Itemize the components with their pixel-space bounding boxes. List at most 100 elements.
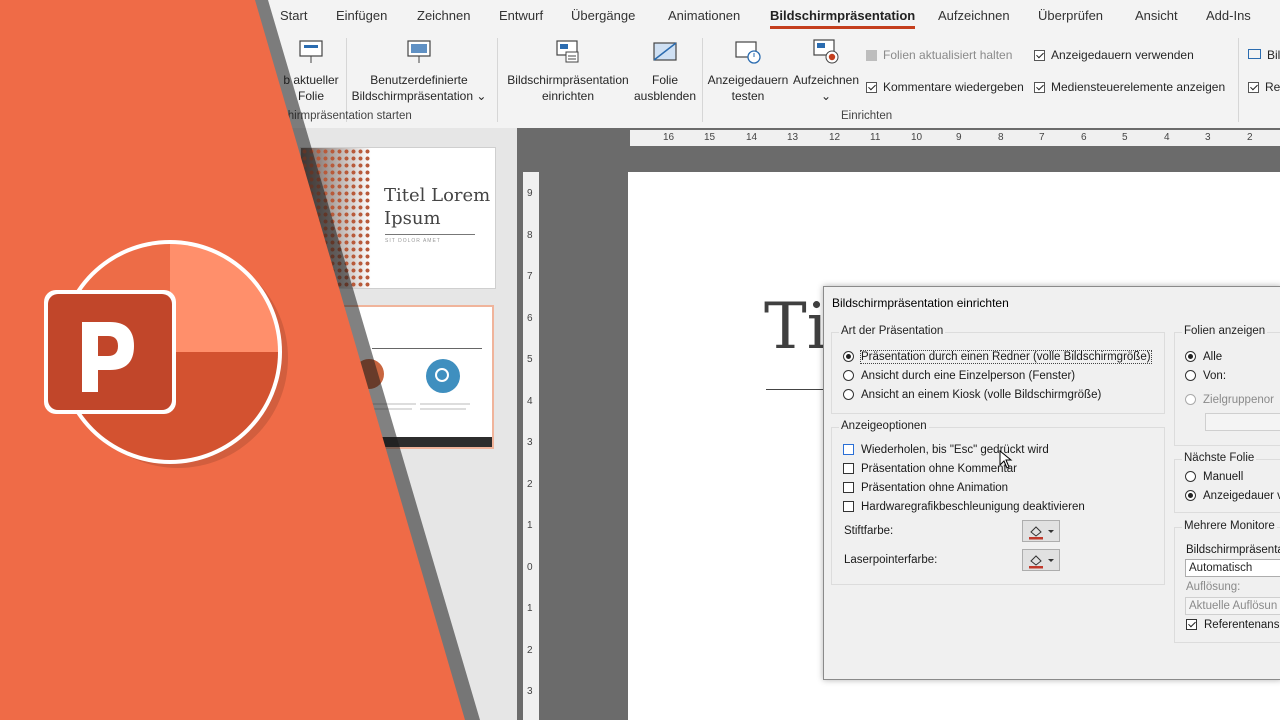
ruler-number: 8 xyxy=(998,132,1004,143)
checkbox-checked-icon xyxy=(1248,82,1259,93)
record-label: Aufzeichnen xyxy=(792,73,860,87)
dialog-title: Bildschirmpräsentation einrichten xyxy=(832,296,1009,310)
manual-advance-radio[interactable]: Manuell xyxy=(1185,471,1243,483)
ruler-number: 3 xyxy=(527,437,533,448)
tab-aufzeichnen[interactable]: Aufzeichnen xyxy=(938,8,1010,23)
hw-acceleration-label: Hardwaregrafikbeschleunigung deaktiviere… xyxy=(861,501,1085,513)
monitor-option-partial[interactable]: Bil xyxy=(1248,48,1280,62)
tab-ueberpruefen[interactable]: Überprüfen xyxy=(1038,8,1103,23)
custom-show-select[interactable] xyxy=(1205,413,1280,431)
checkbox-checked-icon xyxy=(1186,619,1197,630)
custom-show-radio[interactable]: Zielgruppenor xyxy=(1185,394,1274,406)
setup-show-label-2: einrichten xyxy=(541,89,595,103)
show-slides-label: Folien anzeigen xyxy=(1182,325,1268,337)
play-narrations-label: Kommentare wiedergeben xyxy=(883,80,1024,94)
timings-advance-label: Anzeigedauer v xyxy=(1203,490,1280,502)
presented-by-speaker-radio[interactable]: Präsentation durch einen Redner (volle B… xyxy=(843,350,1152,364)
browsed-at-kiosk-radio[interactable]: Ansicht an einem Kiosk (volle Bildschirm… xyxy=(843,389,1101,401)
from-slide-radio[interactable]: Von: xyxy=(1185,370,1226,382)
ruler-number: 1 xyxy=(527,520,533,531)
show-without-animation-checkbox[interactable]: Präsentation ohne Animation xyxy=(843,482,1008,494)
ruler-number: 9 xyxy=(527,188,533,199)
rehearse-label-1: Anzeigedauern xyxy=(707,73,789,87)
show-media-controls-checkbox[interactable]: Mediensteuerelemente anzeigen xyxy=(1034,80,1225,94)
radio-icon xyxy=(1185,370,1196,381)
tab-ansicht[interactable]: Ansicht xyxy=(1135,8,1178,23)
show-without-narration-checkbox[interactable]: Präsentation ohne Kommentar xyxy=(843,463,1017,475)
loop-until-esc-checkbox[interactable]: Wiederholen, bis "Esc" gedrückt wird xyxy=(843,444,1049,456)
individual-option-label: Ansicht durch eine Einzelperson (Fenster… xyxy=(861,370,1076,382)
setup-slideshow-dialog: Bildschirmpräsentation einrichten Art de… xyxy=(823,286,1280,680)
checkbox-disabled-icon xyxy=(866,50,877,61)
tab-add-ins[interactable]: Add-Ins xyxy=(1206,8,1251,23)
mouse-cursor-icon xyxy=(999,450,1013,469)
radio-selected-icon xyxy=(843,351,854,362)
ruler-number: 2 xyxy=(527,645,533,656)
from-slide-label: Von: xyxy=(1203,370,1227,382)
kiosk-option-label: Ansicht an einem Kiosk (volle Bildschirm… xyxy=(861,389,1102,401)
ruler-number: 2 xyxy=(527,479,533,490)
presenter-view-label: Referentenans xyxy=(1204,619,1280,631)
radio-selected-icon xyxy=(1185,490,1196,501)
setup-slideshow-button[interactable]: Bildschirmpräsentation einrichten xyxy=(505,38,631,104)
no-narration-label: Präsentation ohne Kommentar xyxy=(861,463,1017,475)
checkbox-checked-icon xyxy=(866,82,877,93)
tab-bildschirmpraesentation[interactable]: Bildschirmpräsentation xyxy=(770,8,916,29)
ruler-number: 5 xyxy=(527,354,533,365)
rehearse-label-2: testen xyxy=(731,89,765,103)
presenter-view-checkbox[interactable]: Referentenans xyxy=(1186,619,1279,631)
pen-color-dropdown[interactable] xyxy=(1022,520,1060,542)
pen-color-label: Stiftfarbe: xyxy=(844,525,894,537)
hide-slide-icon xyxy=(653,42,677,61)
monitor-icon xyxy=(1248,49,1261,59)
rehearse-timings-button[interactable]: Anzeigedauern testen xyxy=(705,38,791,104)
monitor-option-label: Bil xyxy=(1267,48,1280,62)
presenter-view-label: Re xyxy=(1265,80,1280,94)
keep-slides-updated-checkbox[interactable]: Folien aktualisiert halten xyxy=(866,48,1012,62)
ruler-number: 6 xyxy=(1081,132,1087,143)
resolution-select[interactable]: Aktuelle Auflösun xyxy=(1185,597,1280,615)
disable-hw-acceleration-checkbox[interactable]: Hardwaregrafikbeschleunigung deaktiviere… xyxy=(843,501,1085,513)
laser-color-label: Laserpointerfarbe: xyxy=(844,554,938,566)
ribbon-separator xyxy=(497,38,498,122)
ruler-number: 5 xyxy=(1122,132,1128,143)
tab-entwurf[interactable]: Entwurf xyxy=(499,8,543,23)
timings-advance-radio[interactable]: Anzeigedauer v xyxy=(1185,490,1280,502)
checkbox-icon xyxy=(843,463,854,474)
advance-slides-label: Nächste Folie xyxy=(1182,452,1257,464)
manual-advance-label: Manuell xyxy=(1203,471,1244,483)
hide-slide-button[interactable]: Folie ausblenden xyxy=(632,38,698,104)
radio-disabled-icon xyxy=(1185,394,1196,405)
ruler-number: 0 xyxy=(527,562,533,573)
monitor-select-label: Bildschirmpräsenta xyxy=(1186,544,1280,556)
browsed-by-individual-radio[interactable]: Ansicht durch eine Einzelperson (Fenster… xyxy=(843,370,1075,382)
monitor-select[interactable]: Automatisch xyxy=(1185,559,1280,577)
no-animation-label: Präsentation ohne Animation xyxy=(861,482,1009,494)
record-button[interactable]: Aufzeichnen ⌄ xyxy=(792,38,860,104)
checkbox-checked-icon xyxy=(1034,82,1045,93)
ruler-number: 8 xyxy=(527,230,533,241)
tab-uebergaenge[interactable]: Übergänge xyxy=(571,8,635,23)
radio-selected-icon xyxy=(1185,351,1196,362)
ruler-number: 11 xyxy=(870,132,881,143)
tab-animationen[interactable]: Animationen xyxy=(668,8,740,23)
radio-icon xyxy=(843,370,854,381)
presenter-view-checkbox-partial[interactable]: Re xyxy=(1248,80,1280,94)
play-narrations-checkbox[interactable]: Kommentare wiedergeben xyxy=(866,80,1024,94)
setup-slideshow-icon xyxy=(556,40,579,63)
slide-title[interactable]: Ti xyxy=(764,290,827,364)
powerpoint-logo-banner xyxy=(0,0,480,720)
ruler-number: 7 xyxy=(527,271,533,282)
all-slides-radio[interactable]: Alle xyxy=(1185,351,1222,363)
use-timings-checkbox[interactable]: Anzeigedauern verwenden xyxy=(1034,48,1194,62)
ruler-number: 16 xyxy=(663,132,675,143)
loop-option-label: Wiederholen, bis "Esc" gedrückt wird xyxy=(861,444,1049,456)
ribbon-separator xyxy=(1238,38,1239,122)
radio-icon xyxy=(843,389,854,400)
ruler-number: 4 xyxy=(1164,132,1170,143)
ruler-number: 12 xyxy=(829,132,841,143)
laser-color-dropdown[interactable] xyxy=(1022,549,1060,571)
ruler-number: 4 xyxy=(527,396,533,407)
ruler-number: 10 xyxy=(911,132,923,143)
show-options-label: Anzeigeoptionen xyxy=(839,420,929,432)
